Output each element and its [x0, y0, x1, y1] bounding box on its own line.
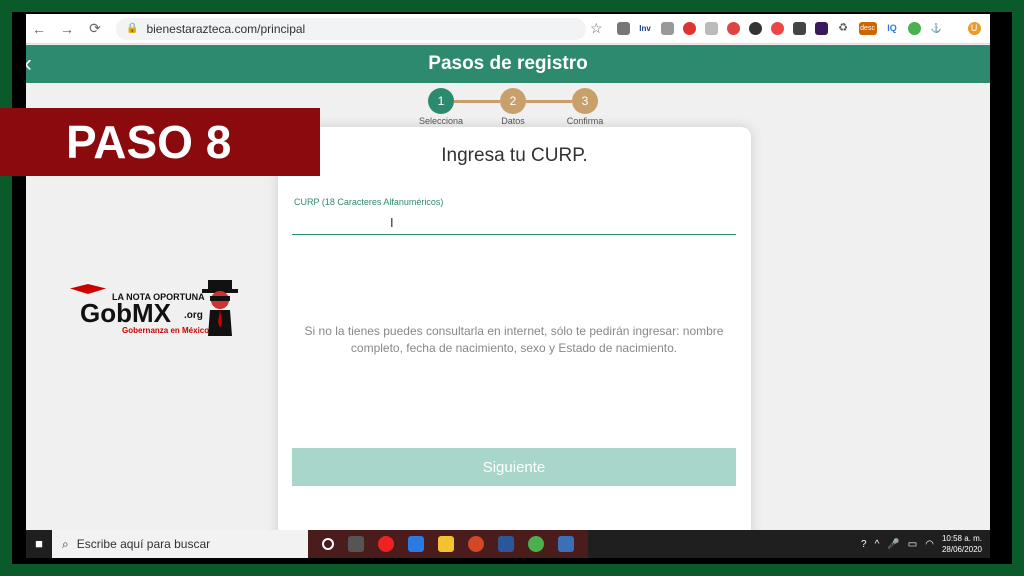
chevron-up-icon[interactable]: ^	[875, 539, 880, 550]
reload-icon[interactable]: ⟳	[88, 20, 102, 37]
curp-field-label: CURP (18 Caracteres Alfanuméricos)	[294, 197, 444, 207]
adblock-icon[interactable]	[770, 22, 784, 35]
opera-icon[interactable]	[378, 536, 394, 552]
back-icon[interactable]: ←	[32, 21, 46, 37]
lock-icon: 🔒	[126, 23, 139, 34]
battery-icon[interactable]: ▭	[908, 539, 917, 550]
extension-icon[interactable]: ⚓	[929, 22, 943, 35]
step-connector	[526, 100, 572, 103]
url-text: bienestarazteca.com/principal	[146, 21, 306, 36]
step-3-label: Confirma	[566, 116, 604, 126]
taskbar-apps	[308, 530, 588, 558]
windows-start-icon[interactable]: ■	[26, 530, 52, 558]
step-connector	[454, 100, 500, 103]
forward-icon[interactable]: →	[60, 21, 74, 37]
registration-stepper: 1 2 3 Selecciona Datos Confirma	[416, 88, 616, 128]
word-icon[interactable]	[498, 536, 514, 552]
browser-toolbar: ← → ⟳ 🔒 bienestarazteca.com/principal ☆ …	[26, 14, 990, 44]
extension-icon[interactable]	[814, 22, 828, 35]
text-cursor-icon: I	[390, 215, 394, 230]
step-1-label: Selecciona	[418, 116, 464, 126]
app-header: ‹ Pasos de registro	[26, 45, 990, 83]
step-2-label: Datos	[501, 116, 525, 126]
extension-icon[interactable]	[907, 22, 921, 35]
cortana-icon[interactable]	[322, 538, 334, 550]
logo-subtitle: Gobernanza en México	[122, 326, 210, 335]
extension-icon[interactable]	[748, 22, 762, 35]
help-icon[interactable]: ?	[861, 539, 867, 550]
address-bar[interactable]: 🔒 bienestarazteca.com/principal	[116, 17, 586, 40]
taskbar-search-placeholder: Escribe aquí para buscar	[76, 537, 211, 551]
extension-icon[interactable]	[704, 22, 718, 35]
microphone-icon[interactable]: 🎤	[887, 539, 899, 550]
extension-icon[interactable]	[660, 22, 674, 35]
mail-icon[interactable]	[408, 536, 424, 552]
next-button[interactable]: Siguiente	[292, 448, 736, 486]
logo-domain: .org	[184, 310, 203, 321]
task-view-icon[interactable]	[348, 536, 364, 552]
clock[interactable]: 10:58 a. m. 28/06/2020	[942, 533, 982, 555]
step-1: 1	[428, 88, 454, 114]
extension-icon[interactable]	[792, 22, 806, 35]
extension-icon[interactable]	[726, 22, 740, 35]
step-overlay-banner: PASO 8	[0, 108, 320, 176]
extensions-bar: Inv ♻ desc IQ ⚓ U	[616, 22, 981, 35]
taskbar-search[interactable]: ⌕ Escribe aquí para buscar	[52, 530, 308, 558]
agent-mascot-icon	[202, 280, 238, 336]
windows-taskbar: ■ ⌕ Escribe aquí para buscar ? ^ 🎤 ▭ ◠ 1…	[26, 530, 990, 558]
chevron-left-icon[interactable]: ‹	[26, 45, 32, 83]
extension-inv-icon[interactable]: Inv	[638, 22, 652, 35]
extension-iq-icon[interactable]: IQ	[885, 22, 899, 35]
pinterest-icon[interactable]	[682, 22, 696, 35]
watermark-logo: LA NOTA OPORTUNA GobMX .org Gobernanza e…	[70, 276, 250, 340]
graduation-cap-icon	[70, 284, 106, 294]
file-explorer-icon[interactable]	[438, 536, 454, 552]
clock-date: 28/06/2020	[941, 545, 982, 554]
page-title: Pasos de registro	[428, 53, 588, 74]
profile-avatar-icon[interactable]: U	[967, 22, 981, 35]
system-tray: ? ^ 🎤 ▭ ◠ 10:58 a. m. 28/06/2020	[861, 533, 990, 555]
chrome-icon[interactable]	[528, 536, 544, 552]
step-2: 2	[500, 88, 526, 114]
camera-icon[interactable]	[558, 536, 574, 552]
extension-desc-icon[interactable]: desc	[858, 22, 877, 35]
wifi-icon[interactable]: ◠	[925, 539, 934, 550]
curp-input[interactable]	[292, 211, 736, 235]
search-icon: ⌕	[62, 536, 69, 551]
logo-name: GobMX	[80, 298, 171, 328]
clock-time: 10:58 a. m.	[941, 534, 982, 543]
extension-icon[interactable]	[616, 22, 630, 35]
curp-hint-text: Si no la tienes puedes consultarla en in…	[304, 324, 724, 355]
recycle-icon[interactable]: ♻	[836, 22, 850, 35]
bookmark-star-icon[interactable]: ☆	[590, 20, 603, 37]
curp-card: Ingresa tu CURP. CURP (18 Caracteres Alf…	[278, 127, 751, 558]
step-3: 3	[572, 88, 598, 114]
powerpoint-icon[interactable]	[468, 536, 484, 552]
card-title: Ingresa tu CURP.	[441, 145, 588, 166]
